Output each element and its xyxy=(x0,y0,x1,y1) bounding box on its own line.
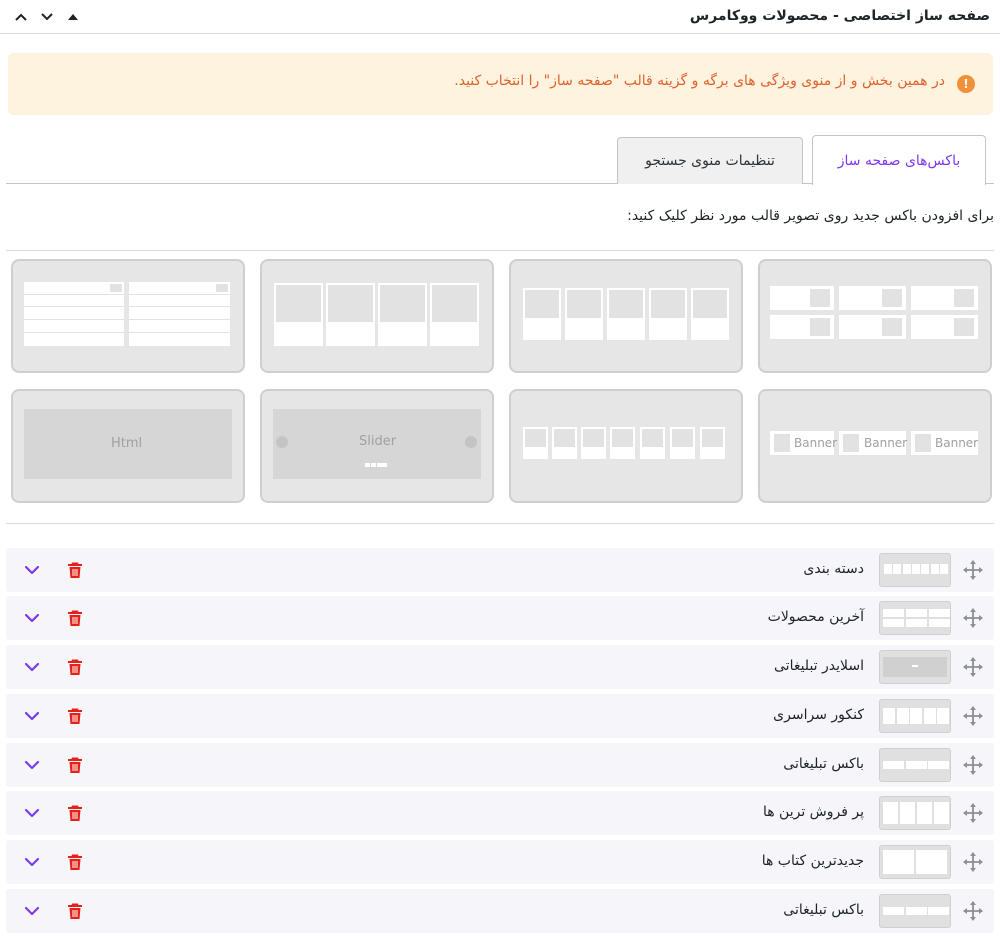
trash-icon[interactable] xyxy=(66,609,84,627)
trash-icon[interactable] xyxy=(66,853,84,871)
chevron-down-icon[interactable] xyxy=(34,4,60,30)
tab-search-menu-settings[interactable]: تنظیمات منوی جستجو xyxy=(617,137,803,184)
box-name: آخرین محصولات xyxy=(767,609,864,625)
box-name: کنکور سراسری xyxy=(773,707,864,723)
template-three-banners[interactable]: Banner Banner Banner xyxy=(758,389,992,503)
box-thumbnail xyxy=(879,845,951,879)
box-row: آخرین محصولات xyxy=(6,596,994,640)
box-thumbnail xyxy=(879,699,951,733)
chevron-down-icon[interactable] xyxy=(22,562,42,578)
template-slider[interactable]: Slider xyxy=(260,389,494,503)
collapse-caret-up-icon[interactable] xyxy=(60,4,86,30)
box-name: باکس تبلیغاتی xyxy=(783,756,864,772)
box-row: جدیدترین کتاب ها xyxy=(6,840,994,884)
chevron-down-icon[interactable] xyxy=(22,854,42,870)
box-thumbnail xyxy=(879,650,951,684)
banner-label: Banner xyxy=(935,436,979,450)
banner-label: Banner xyxy=(864,436,908,450)
chevron-down-icon[interactable] xyxy=(22,610,42,626)
notice-text: در همین بخش و از منوی ویژگی های برگه و گ… xyxy=(454,73,945,89)
box-thumbnail xyxy=(879,601,951,635)
info-notice: ! در همین بخش و از منوی ویژگی های برگه و… xyxy=(8,53,993,115)
box-name: دسته بندی xyxy=(803,561,864,577)
exclamation-icon: ! xyxy=(957,75,975,93)
box-thumbnail xyxy=(879,894,951,928)
move-handle-icon[interactable] xyxy=(962,754,984,776)
chevron-down-icon[interactable] xyxy=(22,708,42,724)
box-thumbnail xyxy=(879,553,951,587)
tab-bar: باکس‌های صفحه ساز تنظیمات منوی جستجو xyxy=(6,135,994,185)
template-five-products[interactable] xyxy=(509,259,743,373)
box-row: باکس تبلیغاتی xyxy=(6,889,994,933)
chevron-up-icon[interactable] xyxy=(8,4,34,30)
trash-icon[interactable] xyxy=(66,658,84,676)
box-row: پر فروش ترین ها xyxy=(6,791,994,835)
template-two-lists[interactable] xyxy=(11,259,245,373)
divider xyxy=(6,523,994,524)
tab-page-builder-boxes[interactable]: باکس‌های صفحه ساز xyxy=(812,135,986,185)
metabox-content: ! در همین بخش و از منوی ویژگی های برگه و… xyxy=(6,34,994,942)
metabox-controls xyxy=(8,4,86,30)
move-handle-icon[interactable] xyxy=(962,705,984,727)
trash-icon[interactable] xyxy=(66,756,84,774)
move-handle-icon[interactable] xyxy=(962,559,984,581)
move-handle-icon[interactable] xyxy=(962,656,984,678)
template-small-banners[interactable] xyxy=(758,259,992,373)
move-handle-icon[interactable] xyxy=(962,802,984,824)
template-four-products[interactable] xyxy=(260,259,494,373)
trash-icon[interactable] xyxy=(66,804,84,822)
html-label: Html xyxy=(111,436,143,451)
box-name: جدیدترین کتاب ها xyxy=(761,853,864,869)
slider-label: Slider xyxy=(359,434,397,449)
box-thumbnail xyxy=(879,796,951,830)
box-thumbnail xyxy=(879,748,951,782)
metabox-header: صفحه ساز اختصاصی - محصولات ووکامرس xyxy=(0,0,1000,34)
move-handle-icon[interactable] xyxy=(962,900,984,922)
template-categories[interactable] xyxy=(509,389,743,503)
template-html[interactable]: Html xyxy=(11,389,245,503)
chevron-down-icon[interactable] xyxy=(22,757,42,773)
chevron-down-icon[interactable] xyxy=(22,659,42,675)
move-handle-icon[interactable] xyxy=(962,607,984,629)
divider xyxy=(6,250,994,251)
trash-icon[interactable] xyxy=(66,561,84,579)
move-handle-icon[interactable] xyxy=(962,851,984,873)
metabox-title: صفحه ساز اختصاصی - محصولات ووکامرس xyxy=(689,8,990,24)
trash-icon[interactable] xyxy=(66,707,84,725)
banner-label: Banner xyxy=(794,436,838,450)
box-name: پر فروش ترین ها xyxy=(762,804,864,820)
box-name: باکس تبلیغاتی xyxy=(783,902,864,918)
chevron-down-icon[interactable] xyxy=(22,805,42,821)
box-name: اسلایدر تبلیغاتی xyxy=(774,658,864,674)
chevron-down-icon[interactable] xyxy=(22,903,42,919)
box-row: کنکور سراسری xyxy=(6,694,994,738)
add-box-hint: برای افزودن باکس جدید روی تصویر قالب مور… xyxy=(627,208,994,224)
box-row: دسته بندی xyxy=(6,548,994,592)
trash-icon[interactable] xyxy=(66,902,84,920)
box-row: باکس تبلیغاتی xyxy=(6,743,994,787)
box-row: اسلایدر تبلیغاتی xyxy=(6,645,994,689)
